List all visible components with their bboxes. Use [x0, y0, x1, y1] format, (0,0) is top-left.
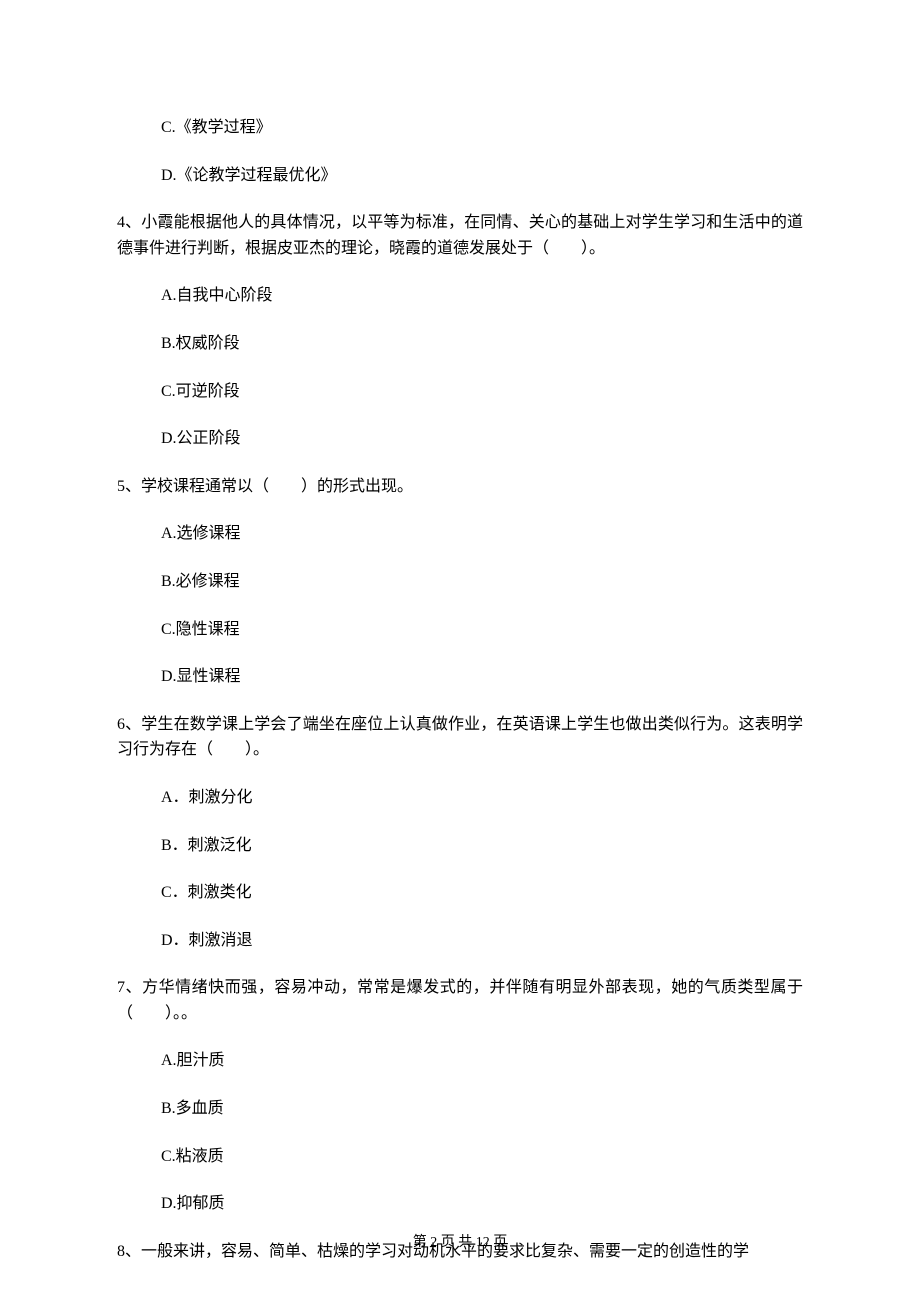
- q4-options: A.自我中心阶段 B.权威阶段 C.可逆阶段 D.公正阶段: [117, 283, 803, 451]
- q7-option-d: D.抑郁质: [161, 1191, 803, 1217]
- q5-option-d: D.显性课程: [161, 664, 803, 690]
- q5-option-c: C.隐性课程: [161, 617, 803, 643]
- q5-option-a: A.选修课程: [161, 521, 803, 547]
- page-footer: 第 2 页 共 12 页: [0, 1232, 920, 1254]
- q6-option-d: D．刺激消退: [161, 928, 803, 954]
- page-content: C.《教学过程》 D.《论教学过程最优化》 4、小霞能根据他人的具体情况，以平等…: [0, 0, 920, 1264]
- q6-option-c: C．刺激类化: [161, 880, 803, 906]
- q7-option-b: B.多血质: [161, 1096, 803, 1122]
- q3-options-continued: C.《教学过程》 D.《论教学过程最优化》: [117, 115, 803, 188]
- q3-option-c: C.《教学过程》: [161, 115, 803, 141]
- q5-options: A.选修课程 B.必修课程 C.隐性课程 D.显性课程: [117, 521, 803, 689]
- q7-options: A.胆汁质 B.多血质 C.粘液质 D.抑郁质: [117, 1048, 803, 1216]
- q4-text: 4、小霞能根据他人的具体情况，以平等为标准，在同情、关心的基础上对学生学习和生活…: [117, 210, 803, 261]
- q6-option-b: B．刺激泛化: [161, 833, 803, 859]
- q7-option-c: C.粘液质: [161, 1144, 803, 1170]
- q4-option-d: D.公正阶段: [161, 426, 803, 452]
- q7-option-a: A.胆汁质: [161, 1048, 803, 1074]
- q6-text: 6、学生在数学课上学会了端坐在座位上认真做作业，在英语课上学生也做出类似行为。这…: [117, 712, 803, 763]
- q5-option-b: B.必修课程: [161, 569, 803, 595]
- q5-text: 5、学校课程通常以（ ）的形式出现。: [117, 474, 803, 500]
- q7-text: 7、方华情绪快而强，容易冲动，常常是爆发式的，并伴随有明显外部表现，她的气质类型…: [117, 975, 803, 1026]
- q6-options: A．刺激分化 B．刺激泛化 C．刺激类化 D．刺激消退: [117, 785, 803, 953]
- q4-option-b: B.权威阶段: [161, 331, 803, 357]
- q4-option-c: C.可逆阶段: [161, 379, 803, 405]
- q6-option-a: A．刺激分化: [161, 785, 803, 811]
- q4-option-a: A.自我中心阶段: [161, 283, 803, 309]
- q3-option-d: D.《论教学过程最优化》: [161, 163, 803, 189]
